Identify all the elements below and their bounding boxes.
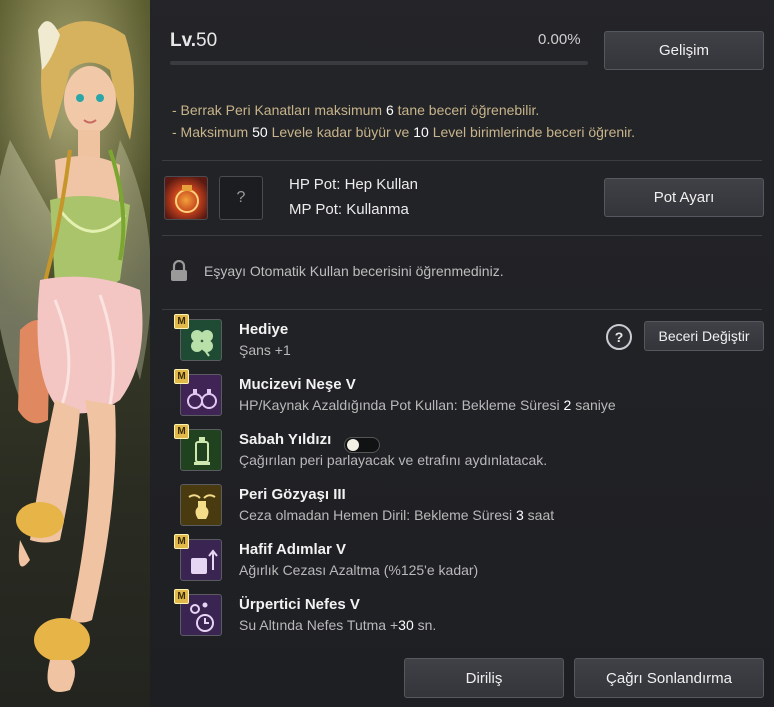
info-line-2: - Maksimum 50 Levele kadar büyür ve 10 L…: [172, 124, 636, 140]
skill-name: Hediye: [239, 321, 289, 338]
skill-item[interactable]: M Hediye Şans +1: [174, 311, 738, 361]
mastery-badge: M: [174, 369, 189, 384]
skill-item[interactable]: M Ürpertici Nefes V Su Altında Nefes Tut…: [174, 586, 738, 636]
skill-name: Mucizevi Neşe V: [239, 376, 356, 393]
mp-potion-slot[interactable]: ?: [219, 176, 263, 220]
revive-button[interactable]: Diriliş: [404, 658, 564, 698]
fairy-illustration: [0, 21, 150, 692]
level-percent: 0.00%: [538, 31, 581, 48]
skill-description: Ceza olmadan Hemen Diril: Bekleme Süresi…: [239, 507, 555, 523]
experience-bar: [170, 61, 588, 65]
info-line-1: - Berrak Peri Kanatları maksimum 6 tane …: [172, 102, 540, 118]
mastery-badge: M: [174, 534, 189, 549]
hp-pot-status: HP Pot: Hep Kullan: [289, 176, 418, 193]
fairy-info-panel: Lv.50 0.00% Gelişim - Berrak Peri Kanatl…: [150, 0, 774, 707]
skill-name: Ürpertici Nefes V: [239, 596, 360, 613]
mastery-badge: M: [174, 589, 189, 604]
skill-item[interactable]: M Mucizevi Neşe V HP/Kaynak Azaldığında …: [174, 366, 738, 416]
skill-description: Ağırlık Cezası Azaltma (%125'e kadar): [239, 562, 479, 578]
skill-description: Çağırılan peri parlayacak ve etrafını ay…: [239, 452, 548, 468]
pot-settings-button[interactable]: Pot Ayarı: [604, 178, 764, 217]
toggle-knob: [347, 439, 359, 451]
skill-name: Hafif Adımlar V: [239, 541, 346, 558]
mastery-badge: M: [174, 314, 189, 329]
skill-item[interactable]: M Hafif Adımlar V Ağırlık Cezası Azaltma…: [174, 531, 738, 581]
skill-item[interactable]: Peri Gözyaşı III Ceza olmadan Hemen Diri…: [178, 476, 738, 526]
level-label: Lv.50: [170, 30, 218, 51]
upgrade-button[interactable]: Gelişim: [604, 31, 764, 70]
skill-description: HP/Kaynak Azaldığında Pot Kullan: Beklem…: [239, 397, 616, 413]
potion-icon: [175, 185, 199, 213]
mastery-badge: M: [174, 424, 189, 439]
divider: [162, 235, 762, 236]
skill-name: Peri Gözyaşı III: [239, 486, 346, 503]
auto-use-message: Eşyayı Otomatik Kullan becerisini öğrenm…: [204, 263, 504, 279]
morning-star-toggle[interactable]: [344, 437, 380, 453]
winged-vial-icon: [180, 484, 222, 526]
divider: [162, 160, 762, 161]
skill-name: Sabah Yıldızı: [239, 431, 332, 448]
skill-description: Su Altında Nefes Tutma +30 sn.: [239, 617, 437, 633]
lock-icon: [171, 260, 187, 281]
fairy-portrait: [0, 0, 150, 707]
divider: [162, 309, 762, 310]
skill-description: Şans +1: [239, 342, 291, 358]
mp-pot-status: MP Pot: Kullanma: [289, 201, 409, 218]
hp-potion-slot[interactable]: [164, 176, 208, 220]
end-summon-button[interactable]: Çağrı Sonlandırma: [574, 658, 764, 698]
skill-item[interactable]: M Sabah Yıldızı Çağırılan peri parlayaca…: [174, 421, 738, 471]
info-text: - Berrak Peri Kanatları maksimum 6 tane …: [172, 99, 635, 143]
